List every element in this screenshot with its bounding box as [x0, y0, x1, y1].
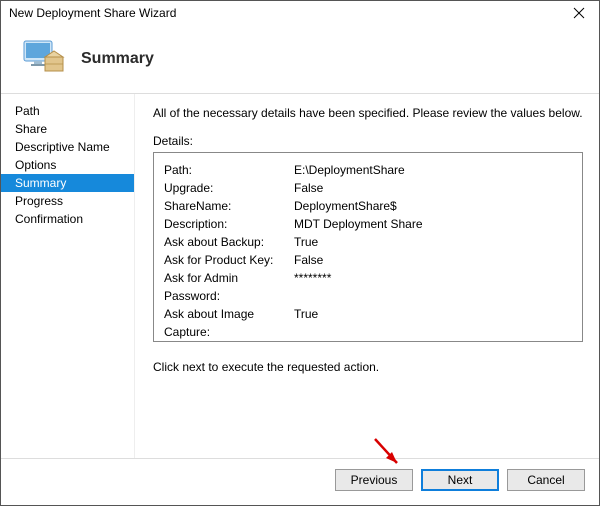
- wizard-footer: Previous Next Cancel: [1, 458, 599, 505]
- wizard-body: Path Share Descriptive Name Options Summ…: [1, 94, 599, 458]
- detail-value: DeploymentShare$: [294, 197, 397, 215]
- wizard-window: New Deployment Share Wizard Summary Path: [0, 0, 600, 506]
- detail-value: True: [294, 233, 318, 251]
- wizard-steps-sidebar: Path Share Descriptive Name Options Summ…: [1, 94, 135, 458]
- step-confirmation[interactable]: Confirmation: [1, 210, 134, 228]
- detail-key: Ask about BitLocker:: [164, 341, 294, 342]
- detail-value: False: [294, 341, 323, 342]
- detail-key: Ask for Admin Password:: [164, 269, 294, 305]
- detail-key: Ask about Image Capture:: [164, 305, 294, 341]
- detail-key: Path:: [164, 161, 294, 179]
- detail-key: Ask about Backup:: [164, 233, 294, 251]
- detail-key: Ask for Product Key:: [164, 251, 294, 269]
- wizard-header: Summary: [1, 25, 599, 94]
- close-button[interactable]: [559, 1, 599, 25]
- detail-row: Upgrade:False: [164, 179, 572, 197]
- monitor-box-icon: [23, 39, 67, 79]
- detail-value: MDT Deployment Share: [294, 215, 423, 233]
- titlebar: New Deployment Share Wizard: [1, 1, 599, 25]
- detail-value: E:\DeploymentShare: [294, 161, 405, 179]
- wizard-content: All of the necessary details have been s…: [135, 94, 599, 458]
- step-descriptive-name[interactable]: Descriptive Name: [1, 138, 134, 156]
- detail-row: Ask for Product Key:False: [164, 251, 572, 269]
- detail-key: ShareName:: [164, 197, 294, 215]
- instruction-text: All of the necessary details have been s…: [153, 106, 583, 120]
- page-title: Summary: [81, 50, 154, 68]
- detail-row: ShareName:DeploymentShare$: [164, 197, 572, 215]
- previous-button[interactable]: Previous: [335, 469, 413, 491]
- step-path[interactable]: Path: [1, 102, 134, 120]
- cancel-button[interactable]: Cancel: [507, 469, 585, 491]
- step-share[interactable]: Share: [1, 120, 134, 138]
- detail-value: False: [294, 179, 323, 197]
- detail-row: Ask about BitLocker:False: [164, 341, 572, 342]
- next-button[interactable]: Next: [421, 469, 499, 491]
- details-box: Path:E:\DeploymentShare Upgrade:False Sh…: [153, 152, 583, 342]
- close-icon: [573, 7, 585, 19]
- detail-row: Ask about Backup:True: [164, 233, 572, 251]
- step-options[interactable]: Options: [1, 156, 134, 174]
- detail-key: Description:: [164, 215, 294, 233]
- details-label: Details:: [153, 134, 583, 148]
- window-title: New Deployment Share Wizard: [9, 6, 176, 20]
- step-summary[interactable]: Summary: [1, 174, 134, 192]
- detail-key: Upgrade:: [164, 179, 294, 197]
- step-progress[interactable]: Progress: [1, 192, 134, 210]
- detail-row: Description:MDT Deployment Share: [164, 215, 572, 233]
- detail-value: False: [294, 251, 323, 269]
- detail-value: ********: [294, 269, 331, 305]
- hint-text: Click next to execute the requested acti…: [153, 360, 583, 374]
- detail-row: Ask for Admin Password:********: [164, 269, 572, 305]
- detail-value: True: [294, 305, 318, 341]
- detail-row: Ask about Image Capture:True: [164, 305, 572, 341]
- detail-row: Path:E:\DeploymentShare: [164, 161, 572, 179]
